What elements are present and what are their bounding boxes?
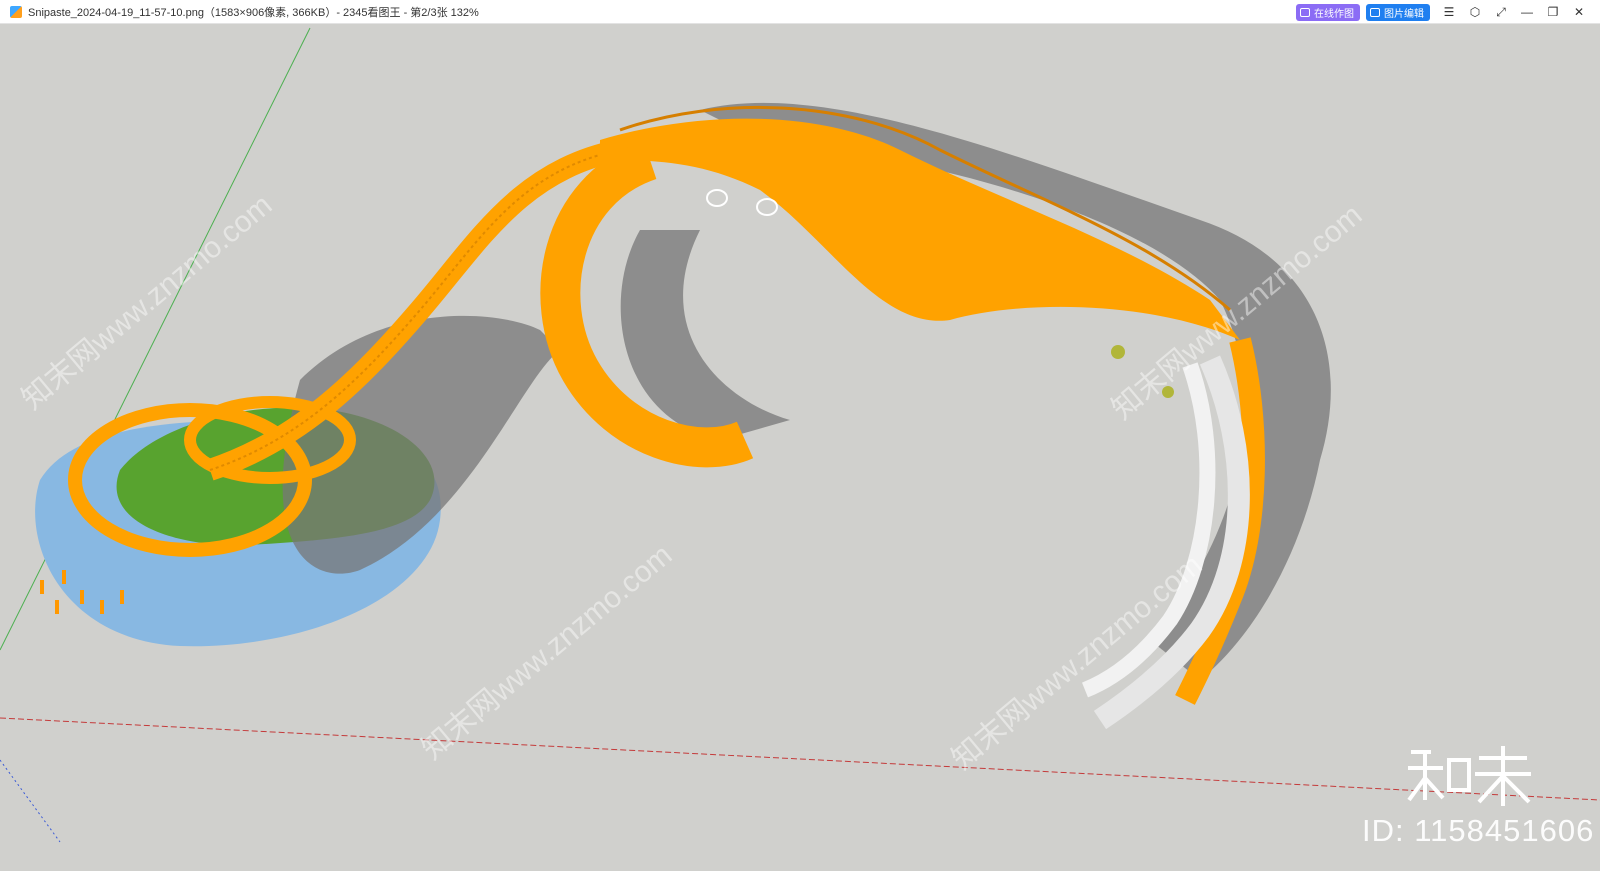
window-title: Snipaste_2024-04-19_11-57-10.png（1583×90… [28,6,479,19]
znzmo-logo [1407,746,1531,806]
skin-button[interactable]: ⬡ [1462,0,1488,24]
online-edit-button[interactable]: 在线作图 [1296,3,1360,21]
fullscreen-icon: ⤢ [1496,4,1506,19]
close-button[interactable]: ✕ [1566,0,1592,24]
minimize-button[interactable]: — [1514,0,1540,24]
rendered-3d-model [0,27,1600,843]
red-axis-line [0,717,1600,801]
image-edit-label: 图片编辑 [1384,8,1424,20]
close-icon: ✕ [1573,5,1585,19]
menu-icon: ☰ [1443,5,1455,19]
blue-axis-line [0,759,61,843]
restore-button[interactable]: ❐ [1540,0,1566,24]
image-viewport[interactable]: 知末网www.znzmo.com 知末网www.znzmo.com 知末网www… [0,24,1600,866]
menu-button[interactable]: ☰ [1436,0,1462,24]
online-draw-icon [1300,7,1310,17]
shadow-middle [620,230,790,440]
fullscreen-button[interactable]: ⤢ [1488,0,1514,24]
minimize-icon: — [1521,5,1533,19]
yellow-ball [1111,345,1125,359]
image-edit-icon [1370,7,1380,17]
skin-icon: ⬡ [1469,5,1481,19]
image-edit-button[interactable]: 图片编辑 [1366,3,1430,21]
restore-icon: ❐ [1547,5,1559,19]
watermark-id: ID: 1158451606 [1362,813,1595,848]
app-logo-icon [10,5,22,18]
title-bar: Snipaste_2024-04-19_11-57-10.png（1583×90… [0,0,1600,24]
title-bar-controls: 在线作图 图片编辑 ☰ ⬡ ⤢ — ❐ ✕ [1296,0,1592,24]
ring-right [756,198,778,216]
ring-left [706,189,728,207]
online-edit-label: 在线作图 [1314,8,1354,20]
